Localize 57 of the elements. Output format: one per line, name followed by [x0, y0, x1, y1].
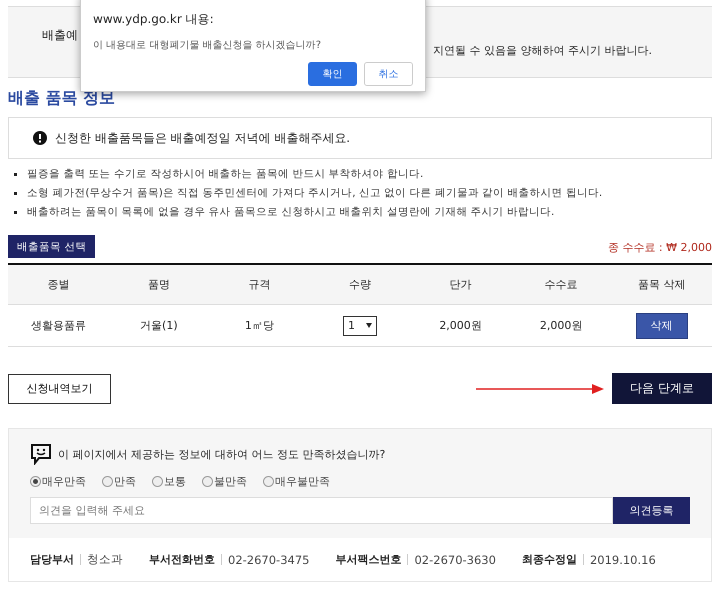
delete-button[interactable]: 삭제 — [636, 312, 688, 338]
radio-button[interactable] — [30, 476, 41, 487]
bullet-text: 배출하려는 품목이 목록에 없을 경우 유사 품목으로 신청하시고 배출위치 설명란에 기재해 주시기 바랍니다. — [27, 205, 554, 219]
caret-icon — [366, 323, 372, 328]
smiley-chat-icon — [30, 443, 52, 465]
column-header: 품명 — [148, 277, 170, 292]
radio-label: 매우만족 — [42, 474, 86, 489]
info-value: 02-2670-3475 — [228, 552, 310, 566]
total-fee: 종 수수료 : ₩ 2,000 — [608, 240, 712, 255]
survey-question: 이 페이지에서 제공하는 정보에 대하여 어느 정도 만족하셨습니까? — [58, 446, 386, 462]
table-cell: 생활용품류 — [30, 318, 86, 333]
info-value: 02-2670-3630 — [414, 552, 496, 566]
bullet-icon — [14, 172, 17, 176]
info-value: 청소과 — [87, 552, 123, 567]
column-header: 수수료 — [544, 277, 578, 292]
info-label: 부서팩스번호 — [335, 552, 402, 567]
bullet-text: 필증을 출력 또는 수기로 작성하시어 배출하는 품목에 반드시 부착하셔야 합니다. — [27, 167, 424, 181]
info-label: 최종수정일 — [522, 552, 577, 567]
cancel-button[interactable]: 취소 — [364, 62, 413, 86]
bullet-icon — [14, 192, 17, 194]
info-label: 담당부서 — [30, 552, 74, 567]
field-label: 배출예 — [42, 26, 78, 44]
select-items-button[interactable]: 배출품목 선택 — [8, 235, 96, 258]
column-header: 종별 — [47, 277, 70, 292]
quantity-select[interactable]: 1 — [342, 316, 377, 336]
table-cell: 1㎡당 — [244, 318, 274, 333]
radio-button[interactable] — [102, 476, 113, 487]
radio-label: 불만족 — [214, 474, 247, 489]
bullet-text: 소형 폐가전(무상수거 품목)은 직접 동주민센터에 가져다 주시거나, 신고 없이 다른 폐기물과 같이 배출하시면 됩니다. — [27, 186, 602, 200]
confirm-button[interactable]: 확인 — [308, 62, 357, 86]
info-value: 2019.10.16 — [590, 552, 656, 566]
bullet-icon — [14, 210, 17, 214]
notice-text: 신청한 배출품목들은 배출예정일 저녁에 배출해주세요. — [55, 130, 350, 146]
notice-text: 지연될 수 있음을 양해하여 주시기 바랍니다. — [433, 42, 652, 58]
column-header: 수량 — [348, 277, 371, 292]
radio-button[interactable] — [263, 476, 274, 487]
column-header: 품목 삭제 — [638, 277, 686, 292]
table-cell: 2,000원 — [439, 318, 482, 333]
submit-button[interactable]: 의견등록 — [613, 497, 690, 524]
history-button[interactable]: 신청내역보기 — [8, 374, 111, 404]
info-label: 부서전화번호 — [149, 552, 215, 567]
radio-label: 보통 — [164, 474, 186, 489]
table-cell: 거울(1) — [140, 318, 178, 333]
next-step-button[interactable]: 다음 단계로 — [612, 373, 712, 404]
radio-button[interactable] — [152, 476, 163, 487]
dialog-message: 이 내용대로 대형폐기물 배출신청을 하시겠습니까? — [93, 39, 322, 52]
table-cell: 2,000원 — [540, 318, 582, 333]
radio-label: 만족 — [114, 474, 136, 489]
column-header: 규격 — [248, 277, 270, 292]
dialog-title: www.ydp.go.kr 내용: — [93, 11, 215, 28]
radio-button[interactable] — [202, 476, 213, 487]
opinion-input[interactable]: 의견을 입력해 주세요 — [30, 497, 613, 524]
alert-icon — [33, 131, 47, 145]
arrow-icon — [476, 384, 604, 394]
section-title: 배출 품목 정보 — [8, 88, 116, 109]
column-header: 단가 — [450, 277, 472, 292]
radio-label: 매우불만족 — [275, 474, 330, 489]
